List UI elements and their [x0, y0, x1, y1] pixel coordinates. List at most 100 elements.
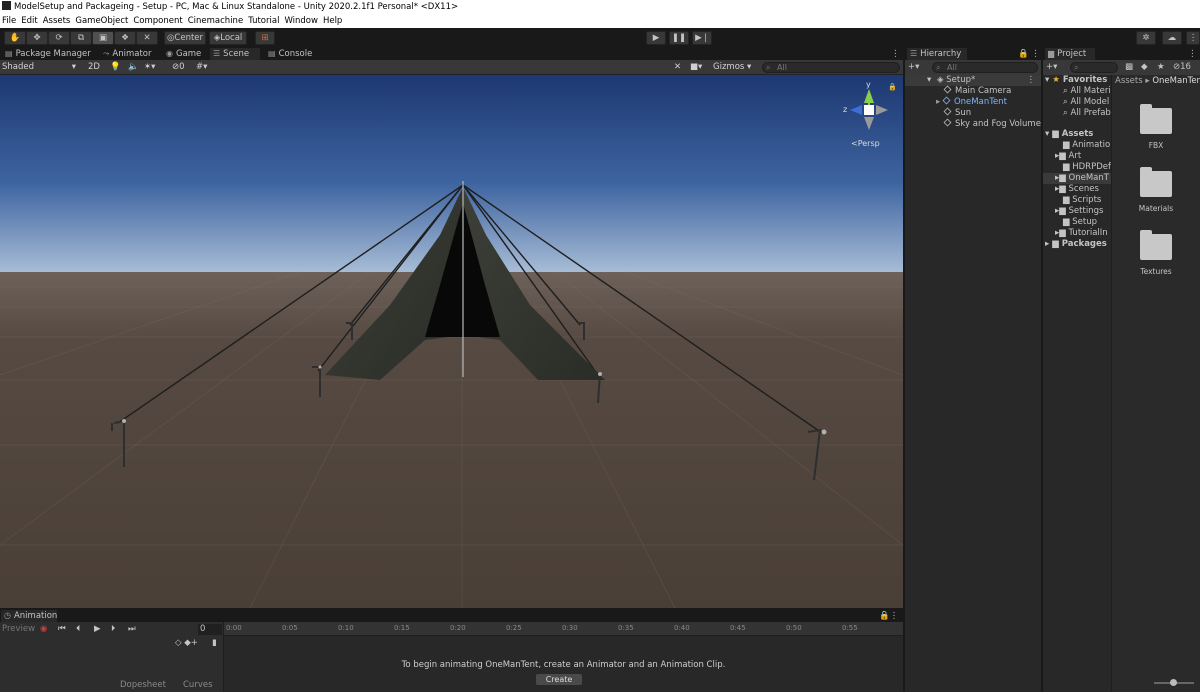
asset-folder-selected[interactable]: ▸▆ OneManT: [1043, 173, 1111, 184]
hierarchy-lock[interactable]: 🔒 ⋮: [1015, 48, 1043, 60]
pivot-center-button[interactable]: ◎Center: [164, 31, 206, 45]
hierarchy-item-sun[interactable]: Sun: [943, 107, 971, 119]
hierarchy-item-main-camera[interactable]: Main Camera: [943, 85, 1011, 97]
grid-snap-button[interactable]: ⊞: [255, 31, 275, 45]
favorite-item[interactable]: ⌕ All Model: [1063, 97, 1109, 108]
asset-folder[interactable]: ▸▆ Scenes: [1055, 184, 1099, 195]
tab-animator[interactable]: ⤳ Animator: [100, 48, 155, 60]
asset-folder[interactable]: ▆ Setup: [1063, 217, 1097, 228]
hierarchy-add-button[interactable]: +▾: [908, 62, 919, 73]
first-key-button[interactable]: ⏮: [58, 624, 66, 635]
scale-tool-button[interactable]: ⧉: [70, 31, 92, 45]
grid-item-textures[interactable]: Textures: [1126, 267, 1186, 276]
move-tool-button[interactable]: ✥: [26, 31, 48, 45]
camera-dropdown[interactable]: ■▾: [690, 61, 702, 73]
gizmos-dropdown[interactable]: Gizmos ▾: [713, 61, 751, 73]
asset-folder[interactable]: ▸▆ TutorialIn: [1055, 228, 1108, 239]
preview-toggle[interactable]: Preview: [2, 624, 35, 635]
cloud-button[interactable]: ☁: [1162, 31, 1182, 45]
hierarchy-item-sky-fog[interactable]: Sky and Fog Volume: [943, 118, 1041, 130]
lighting-toggle[interactable]: 💡: [110, 61, 121, 73]
asset-folder[interactable]: ▆ Animation: [1063, 140, 1116, 151]
custom-tool-button[interactable]: ✕: [136, 31, 158, 45]
effects-dropdown[interactable]: ✶▾: [144, 61, 155, 73]
project-menu[interactable]: ⋮: [1185, 48, 1200, 60]
grid-item-materials[interactable]: Materials: [1126, 204, 1186, 213]
favorite-item[interactable]: ⌕ All Materi: [1063, 86, 1111, 97]
add-keyframe-button[interactable]: ◇ ◆+: [175, 638, 198, 649]
rect-tool-button[interactable]: ▣: [92, 31, 114, 45]
asset-folder[interactable]: ▆ Scripts: [1063, 195, 1101, 206]
next-key-button[interactable]: ⏵: [111, 624, 115, 635]
menu-cinemachine[interactable]: Cinemachine: [188, 14, 243, 28]
tab-project[interactable]: ▆ Project: [1045, 48, 1095, 60]
frame-field[interactable]: 0: [198, 624, 222, 635]
scene-search-input[interactable]: ⌕ All: [762, 62, 900, 73]
favorite-item[interactable]: ⌕ All Prefab: [1063, 108, 1111, 119]
persp-label[interactable]: <Persp: [851, 139, 880, 148]
tab-animation[interactable]: ◷ Animation: [1, 610, 57, 622]
draw-mode-dropdown[interactable]: Shaded ▾: [2, 61, 78, 73]
packages-header[interactable]: ▸ ▆ Packages: [1045, 239, 1107, 250]
account-button[interactable]: ⋮: [1186, 31, 1200, 45]
hand-tool-button[interactable]: ✋: [4, 31, 26, 45]
filter-label-button[interactable]: ◆: [1141, 62, 1148, 73]
menu-assets[interactable]: Assets: [43, 14, 71, 28]
assets-header[interactable]: ▾ ▆ Assets: [1045, 129, 1093, 140]
hidden-objects-toggle[interactable]: ⊘0: [172, 61, 185, 73]
step-button[interactable]: ▶❘: [692, 31, 712, 45]
tab-hierarchy[interactable]: ☰ Hierarchy: [907, 48, 967, 60]
create-animation-button[interactable]: Create: [536, 674, 582, 685]
toggle-2d-button[interactable]: 2D: [88, 61, 100, 73]
asset-folder[interactable]: ▸▆ Settings: [1055, 206, 1103, 217]
project-add-button[interactable]: +▾: [1046, 62, 1057, 73]
filter-type-button[interactable]: ▩: [1125, 62, 1133, 73]
add-event-button[interactable]: ▮: [212, 638, 217, 649]
folder-icon[interactable]: [1140, 104, 1172, 134]
menu-edit[interactable]: Edit: [21, 14, 37, 28]
animation-lock[interactable]: 🔒⋮: [876, 610, 901, 622]
asset-folder[interactable]: ▸▆ Art: [1055, 151, 1081, 162]
prev-key-button[interactable]: ⏴: [76, 624, 80, 635]
scene-tools-button[interactable]: ✕: [674, 61, 681, 73]
menu-window[interactable]: Window: [284, 14, 318, 28]
hierarchy-item-onemantent[interactable]: ▸ OneManTent: [936, 96, 1007, 108]
tab-dopesheet[interactable]: Dopesheet: [120, 680, 166, 691]
play-button[interactable]: ▶: [646, 31, 666, 45]
record-button[interactable]: ◉: [40, 624, 47, 635]
favorites-header[interactable]: ▾ ★ Favorites: [1045, 75, 1107, 86]
zoom-slider-handle[interactable]: [1170, 679, 1177, 686]
lock-icon[interactable]: 🔒: [888, 83, 897, 91]
pause-button[interactable]: ❚❚: [669, 31, 689, 45]
tab-package-manager[interactable]: ▤ Package Manager: [2, 48, 94, 60]
menu-component[interactable]: Component: [133, 14, 182, 28]
menu-file[interactable]: File: [2, 14, 16, 28]
transform-tool-button[interactable]: ❖: [114, 31, 136, 45]
grid-item-fbx[interactable]: FBX: [1126, 141, 1186, 150]
audio-toggle[interactable]: 🔈: [128, 61, 139, 73]
last-key-button[interactable]: ⏭: [128, 624, 136, 635]
timeline-ruler[interactable]: 0:00 0:05 0:10 0:15 0:20 0:25 0:30 0:35 …: [224, 622, 903, 636]
tab-curves[interactable]: Curves: [183, 680, 213, 691]
project-search-input[interactable]: ⌕: [1070, 62, 1118, 73]
hierarchy-search-input[interactable]: ⌕ All: [932, 62, 1038, 73]
rotate-tool-button[interactable]: ⟳: [48, 31, 70, 45]
menu-tutorial[interactable]: Tutorial: [248, 14, 279, 28]
folder-icon[interactable]: [1140, 230, 1172, 260]
scene-panel-menu[interactable]: ⋮: [888, 48, 903, 60]
hidden-packages-toggle[interactable]: ⊘16: [1173, 62, 1191, 73]
tab-scene[interactable]: ☰ Scene: [210, 48, 260, 60]
tab-console[interactable]: ▤ Console: [265, 48, 315, 60]
breadcrumb-current[interactable]: OneManTen: [1152, 76, 1200, 86]
tab-game[interactable]: ◉ Game: [163, 48, 204, 60]
breadcrumb-assets[interactable]: Assets: [1115, 76, 1143, 86]
anim-play-button[interactable]: ▶: [94, 624, 101, 635]
scene-viewport[interactable]: y z 🔒 <Persp: [0, 75, 903, 608]
favorites-button[interactable]: ★: [1157, 62, 1165, 73]
pivot-local-button[interactable]: ◈Local: [209, 31, 247, 45]
folder-icon[interactable]: [1140, 167, 1172, 197]
menu-help[interactable]: Help: [323, 14, 342, 28]
grid-dropdown[interactable]: #▾: [196, 61, 207, 73]
hierarchy-scene-row[interactable]: ▾ ◈ Setup* ⋮: [905, 75, 1041, 86]
collab-button[interactable]: ✲: [1136, 31, 1156, 45]
